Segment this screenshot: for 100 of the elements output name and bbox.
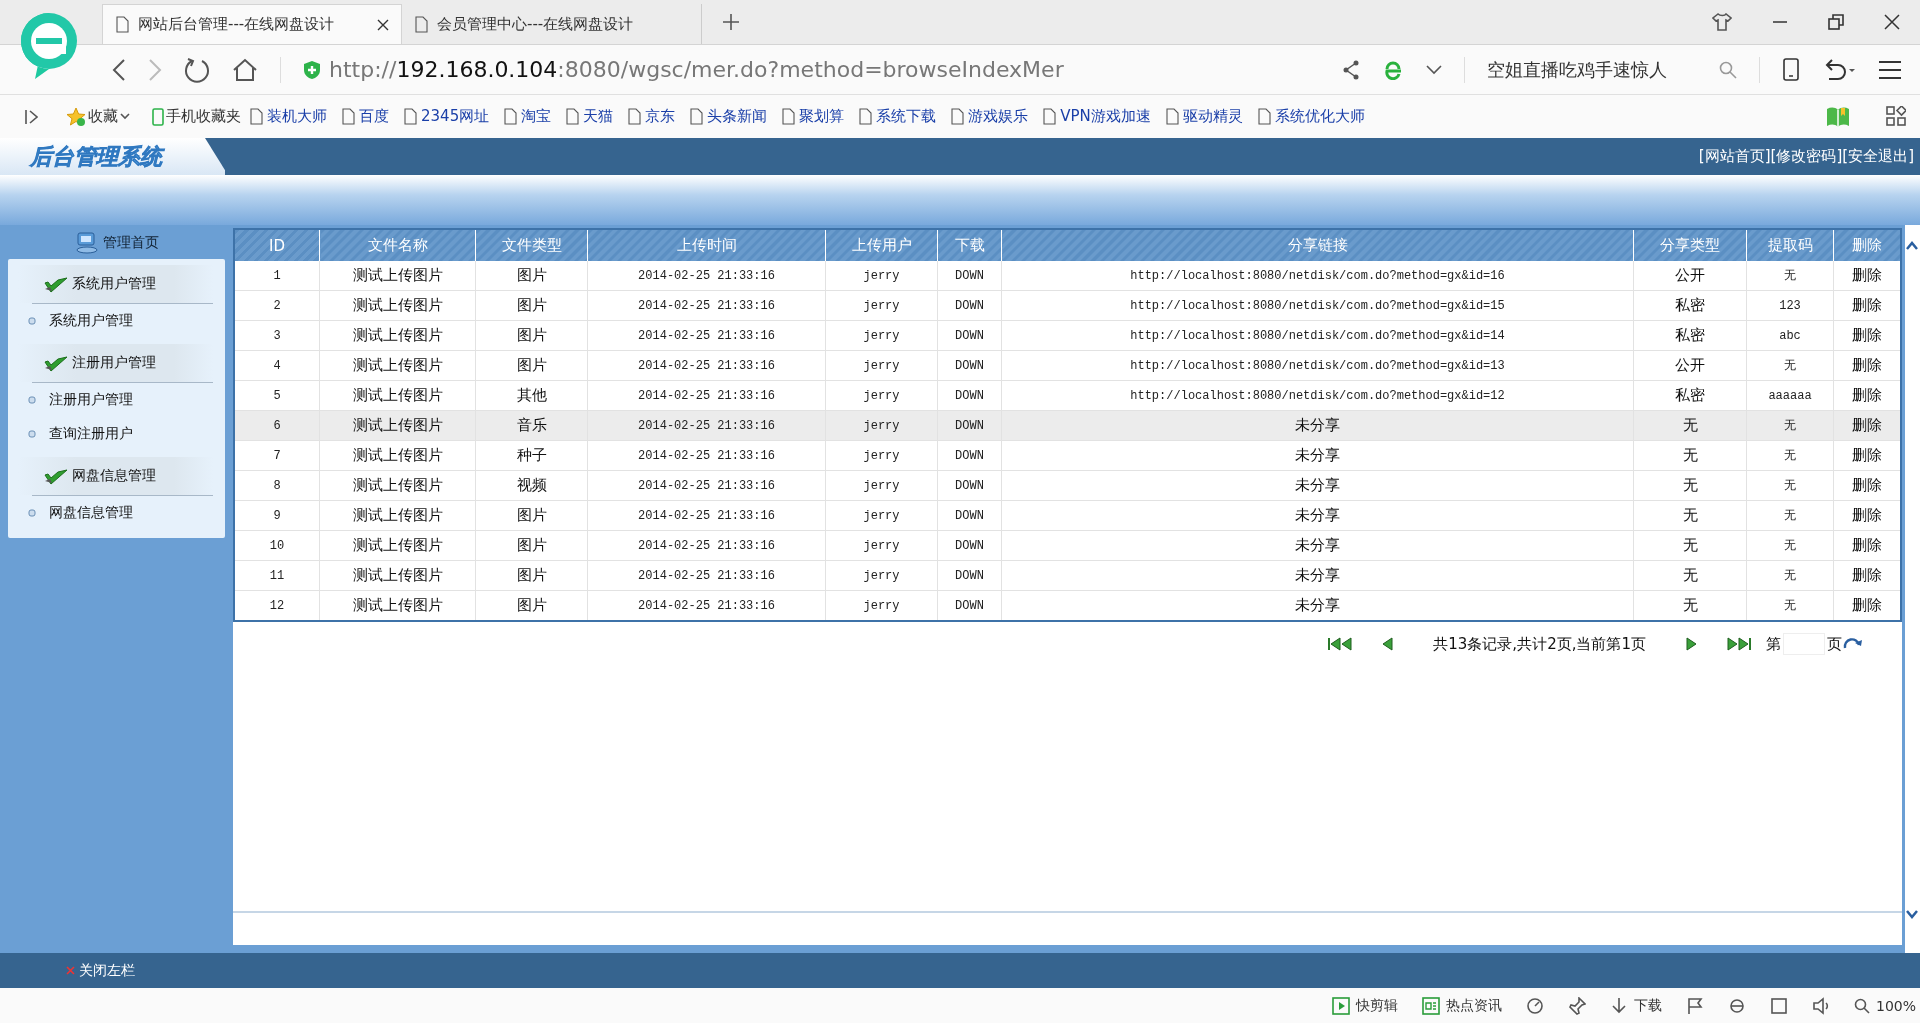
search-field[interactable]: 空姐直播吃鸡手速惊人 [1487,57,1737,82]
page-icon [414,15,429,33]
last-page-icon[interactable] [1726,637,1752,651]
mobile-favorites-button[interactable]: 手机收藏夹 [152,107,241,126]
table-row[interactable]: 3 测试上传图片 图片 2014-02-25 21:33:16 jerry DOWN http://localhost:8080/netdisk/com.do?method=gx&id=14 私密 abc 删除 [234,320,1901,351]
table-cell: 无 [1682,446,1698,464]
table-cell: 测试上传图片 [352,326,443,344]
sidebar-home-link[interactable]: 管理首页 [8,225,225,259]
table-cell: 9 [273,508,281,523]
bookmark-link[interactable]: 驱动精灵 [1164,107,1243,126]
apps-icon[interactable] [1886,105,1906,126]
restore-icon[interactable] [1828,14,1844,30]
table-row[interactable]: 8 测试上传图片 视频 2014-02-25 21:33:16 jerry DOWN 未分享 无 无 删除 [234,470,1901,501]
menu-icon[interactable] [1878,59,1902,80]
header-link[interactable]: [安全退出] [1842,147,1914,166]
column-header: 删除 [1833,229,1901,261]
chevron-icon [120,112,130,121]
address-field[interactable]: http://192.168.0.104:8080/wgsc/mer.do?method=browseIndexMer [329,57,1320,82]
page-icon [1164,108,1179,125]
search-icon [1719,60,1737,79]
table-row[interactable]: 5 测试上传图片 其他 2014-02-25 21:33:16 jerry DOWN http://localhost:8080/netdisk/com.do?method=gx&id=12 私密 aaaaaa 删除 [234,380,1901,411]
table-cell: 11 [269,568,285,583]
scrollbar[interactable] [1905,225,1920,953]
bookmark-link[interactable]: 淘宝 [503,107,552,126]
bookmark-link[interactable]: VPN游戏加速 [1042,107,1151,126]
sidebar-toggle-icon[interactable] [24,108,38,125]
check-arrow-icon [44,467,68,485]
tab-title[interactable]: 会员管理中心---在线网盘设计 [437,14,689,34]
page-icon [341,108,355,125]
header-link[interactable]: [修改密码] [1770,147,1843,166]
bookmark-link[interactable]: 装机大师 [249,107,327,126]
close-icon[interactable] [1884,14,1900,30]
bookmark-link[interactable]: 聚划算 [781,107,845,126]
table-cell: 2014-02-25 21:33:16 [638,268,775,283]
table-row[interactable]: 12 测试上传图片 图片 2014-02-25 21:33:16 jerry DOWN 未分享 无 无 删除 [234,590,1901,621]
pin-icon[interactable] [1567,996,1586,1015]
tablet-icon[interactable] [1782,57,1800,82]
table-row[interactable]: 6 测试上传图片 音乐 2014-02-25 21:33:16 jerry DOWN 未分享 无 无 删除 [234,410,1901,441]
sidebar-link[interactable]: 注册用户管理 [18,383,213,417]
chevron-icon[interactable] [1426,64,1442,75]
bookmark-link[interactable]: 系统下载 [858,107,937,126]
bookmark-link[interactable]: 京东 [627,107,676,126]
first-page-icon[interactable] [1327,637,1354,651]
page-icon [858,108,873,125]
status-button[interactable]: 快剪辑 [1331,996,1398,1015]
next-page-icon[interactable] [1686,637,1698,651]
browser-tab[interactable]: 会员管理中心---在线网盘设计 [402,4,702,44]
speaker-icon[interactable] [1811,996,1830,1015]
bookmark-link[interactable]: 头条新闻 [689,107,768,126]
table-cell: 私密 [1675,326,1705,344]
bookmark-link[interactable]: 游戏娱乐 [950,107,1029,126]
table-row[interactable]: 4 测试上传图片 图片 2014-02-25 21:33:16 jerry DOWN http://localhost:8080/netdisk/com.do?method=gx&id=13 公开 无 删除 [234,350,1901,381]
table-cell: 无 [1784,359,1796,373]
status-button[interactable]: 下载 [1609,996,1662,1015]
zoom-button[interactable]: 100% [1853,997,1916,1014]
back-icon[interactable] [112,57,126,82]
bookmark-link[interactable]: 系统优化大师 [1256,107,1365,126]
table-cell: 无 [1784,479,1796,493]
tab-title[interactable]: 网站后台管理---在线网盘设计 [138,15,369,34]
table-row[interactable]: 10 测试上传图片 图片 2014-02-25 21:33:16 jerry DOWN 未分享 无 无 删除 [234,530,1901,561]
home-icon[interactable] [232,57,258,82]
column-header: 提取码 [1746,229,1834,261]
sidebar-link[interactable]: 查询注册用户 [18,417,213,451]
table-row[interactable]: 2 测试上传图片 图片 2014-02-25 21:33:16 jerry DOWN http://localhost:8080/netdisk/com.do?method=gx&id=15 私密 123 删除 [234,290,1901,321]
table-row[interactable]: 1 测试上传图片 图片 2014-02-25 21:33:16 jerry DOWN http://localhost:8080/netdisk/com.do?method=gx&id=16 公开 无 删除 [234,261,1901,291]
page-icon [1042,108,1057,125]
table-cell: 公开 [1675,266,1705,284]
header-link[interactable]: [网站首页] [1698,147,1771,166]
favorites-button[interactable]: 收藏 [66,106,130,127]
table-cell: 无 [1784,509,1796,523]
bookmark-link[interactable]: 2345网址 [403,107,490,126]
bookmark-link[interactable]: 天猫 [565,107,614,126]
flag-icon[interactable] [1685,996,1704,1015]
table-row[interactable]: 11 测试上传图片 图片 2014-02-25 21:33:16 jerry DOWN 未分享 无 无 删除 [234,560,1901,591]
sidebar-link[interactable]: 系统用户管理 [18,304,213,338]
table-cell: 测试上传图片 [352,266,443,284]
table-row[interactable]: 7 测试上传图片 种子 2014-02-25 21:33:16 jerry DOWN 未分享 无 无 删除 [234,440,1901,471]
e-icon[interactable] [1382,59,1404,80]
bookmark-link[interactable]: 百度 [341,107,389,126]
share-icon[interactable] [1342,59,1360,80]
table-cell: 10 [269,538,285,553]
shirt-icon[interactable] [1712,13,1732,31]
browser-tab[interactable]: 网站后台管理---在线网盘设计 [102,4,402,44]
sidebar-link[interactable]: 网盘信息管理 [18,496,213,530]
refresh-icon[interactable] [184,56,210,83]
table-cell: jerry [863,358,900,373]
table-cell: 无 [1784,419,1796,433]
table-cell: 无 [1682,476,1698,494]
table-cell: jerry [863,328,900,343]
new-tab-icon[interactable] [722,13,740,31]
close-sidebar-link[interactable]: 关闭左栏 [66,961,135,980]
gauge-icon[interactable] [1525,996,1544,1015]
table-cell: 2 [273,298,281,313]
table-cell: 未分享 [1295,506,1340,524]
close-icon[interactable] [377,18,389,31]
window-icon[interactable] [1769,996,1788,1015]
status-button[interactable]: 热点资讯 [1421,996,1502,1015]
column-header: 分享链接 [1001,229,1634,261]
previous-page-icon[interactable] [1381,637,1394,651]
table-row[interactable]: 9 测试上传图片 图片 2014-02-25 21:33:16 jerry DOWN 未分享 无 无 删除 [234,500,1901,531]
